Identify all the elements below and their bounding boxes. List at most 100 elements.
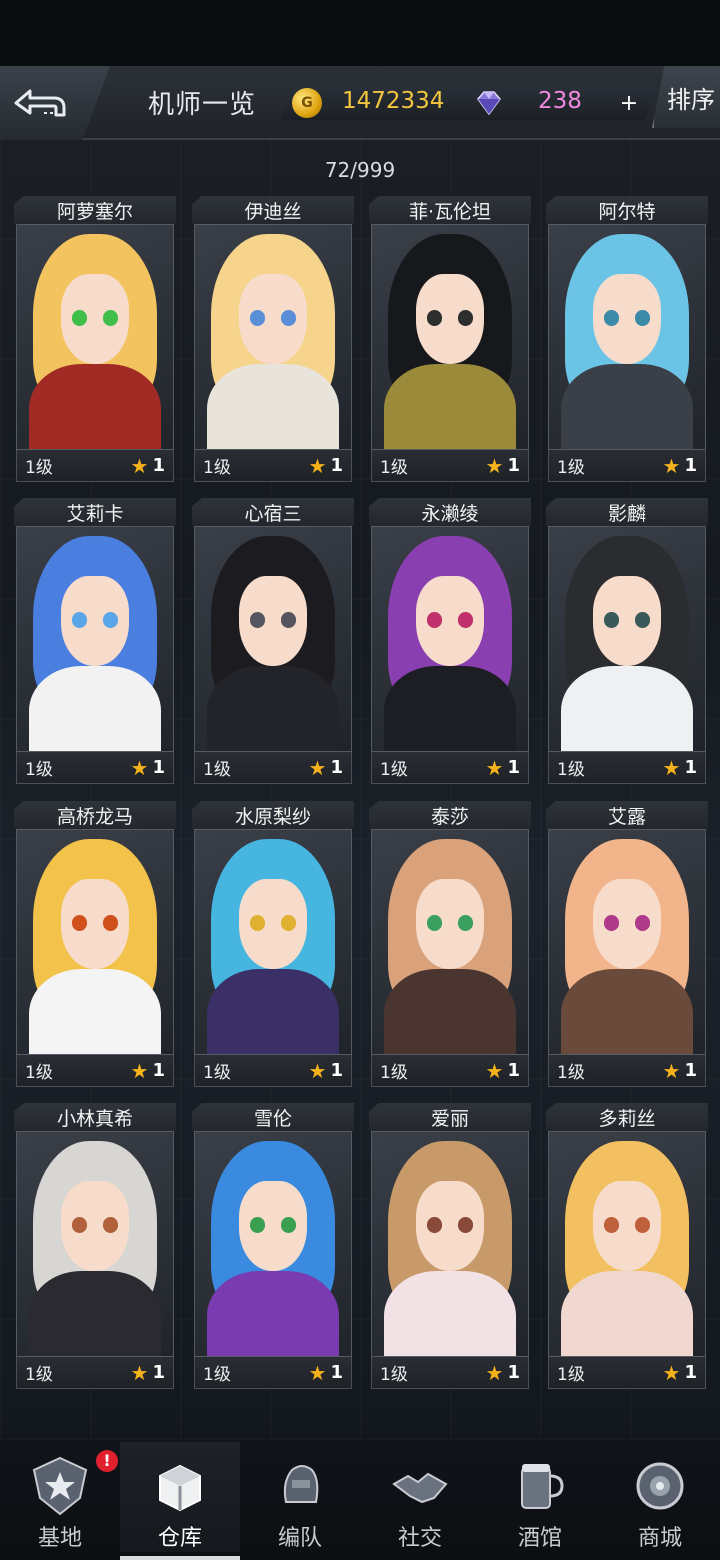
pilot-info-bar: 1级 ★ 1 bbox=[16, 450, 174, 482]
star-icon: ★ bbox=[662, 453, 681, 478]
star-count: 1 bbox=[330, 1362, 343, 1383]
pilot-stars: ★ 1 bbox=[663, 757, 697, 778]
pilot-portrait bbox=[371, 224, 529, 450]
pilot-card[interactable]: 雪伦 1级 ★ 1 bbox=[192, 1103, 354, 1393]
gem-count: 238 bbox=[538, 88, 582, 114]
nav-formation[interactable]: 编队 bbox=[240, 1442, 360, 1552]
pilot-level: 1级 bbox=[557, 1365, 585, 1385]
pilot-card[interactable]: 永濑绫 1级 ★ 1 bbox=[369, 498, 531, 788]
pilot-card[interactable]: 艾露 1级 ★ 1 bbox=[546, 801, 708, 1091]
pilot-name: 雪伦 bbox=[192, 1103, 354, 1131]
pilot-stars: ★ 1 bbox=[131, 1362, 165, 1383]
pilot-stars: ★ 1 bbox=[309, 455, 343, 476]
portrait-eye bbox=[280, 1217, 297, 1233]
pilot-portrait bbox=[548, 829, 706, 1055]
page-title: 机师一览 bbox=[148, 90, 257, 120]
nav-label: 编队 bbox=[277, 1526, 322, 1551]
pilot-card[interactable]: 伊迪丝 1级 ★ 1 bbox=[192, 196, 354, 486]
pilot-stars: ★ 1 bbox=[131, 455, 165, 476]
pilot-card[interactable]: 泰莎 1级 ★ 1 bbox=[369, 801, 531, 1091]
star-count: 1 bbox=[152, 1060, 165, 1081]
pilot-name: 影麟 bbox=[546, 498, 708, 526]
pilot-name: 伊迪丝 bbox=[192, 196, 354, 224]
pilot-card[interactable]: 阿萝塞尔 1级 ★ 1 bbox=[14, 196, 176, 486]
nav-label: 仓库 bbox=[157, 1526, 202, 1551]
star-count: 1 bbox=[684, 1060, 697, 1081]
portrait-eye bbox=[280, 915, 297, 931]
portrait-outfit bbox=[29, 665, 161, 751]
pilot-info-bar: 1级 ★ 1 bbox=[194, 752, 352, 784]
pilot-portrait bbox=[16, 526, 174, 752]
star-icon: ★ bbox=[130, 755, 149, 780]
portrait-eye bbox=[280, 310, 297, 326]
star-count: 1 bbox=[507, 455, 520, 476]
portrait-outfit bbox=[207, 665, 339, 751]
pilot-level: 1级 bbox=[380, 1063, 408, 1083]
warehouse-icon bbox=[146, 1452, 214, 1520]
pilot-card[interactable]: 阿尔特 1级 ★ 1 bbox=[546, 196, 708, 486]
portrait-eye bbox=[249, 310, 266, 326]
pilot-card[interactable]: 水原梨纱 1级 ★ 1 bbox=[192, 801, 354, 1091]
notification-badge: ! bbox=[96, 1450, 118, 1472]
star-count: 1 bbox=[152, 757, 165, 778]
pilot-portrait bbox=[16, 224, 174, 450]
portrait-eye bbox=[426, 612, 443, 628]
pilot-card[interactable]: 多莉丝 1级 ★ 1 bbox=[546, 1103, 708, 1393]
nav-shop[interactable]: 商城 bbox=[600, 1442, 720, 1552]
nav-social[interactable]: 社交 bbox=[360, 1442, 480, 1552]
portrait-eye bbox=[457, 310, 474, 326]
star-count: 1 bbox=[152, 455, 165, 476]
pilot-card[interactable]: 菲·瓦伦坦 1级 ★ 1 bbox=[369, 196, 531, 486]
portrait-eye bbox=[457, 915, 474, 931]
pilot-card[interactable]: 爱丽 1级 ★ 1 bbox=[369, 1103, 531, 1393]
portrait-eye bbox=[634, 310, 651, 326]
pilot-portrait bbox=[548, 224, 706, 450]
tavern-icon bbox=[506, 1452, 574, 1520]
pilot-card[interactable]: 心宿三 1级 ★ 1 bbox=[192, 498, 354, 788]
pilot-stars: ★ 1 bbox=[663, 455, 697, 476]
pilot-level: 1级 bbox=[557, 458, 585, 478]
pilot-portrait bbox=[16, 829, 174, 1055]
portrait-face bbox=[60, 1181, 130, 1271]
pilot-card[interactable]: 高桥龙马 1级 ★ 1 bbox=[14, 801, 176, 1091]
pilot-portrait bbox=[194, 1131, 352, 1357]
pilot-stars: ★ 1 bbox=[663, 1060, 697, 1081]
pilot-portrait bbox=[194, 224, 352, 450]
pilot-stars: ★ 1 bbox=[663, 1362, 697, 1383]
portrait-eye bbox=[426, 310, 443, 326]
pilot-level: 1级 bbox=[203, 458, 231, 478]
pilot-card[interactable]: 影麟 1级 ★ 1 bbox=[546, 498, 708, 788]
nav-warehouse[interactable]: 仓库 bbox=[120, 1442, 240, 1560]
portrait-face bbox=[238, 576, 308, 666]
nav-base[interactable]: 基地 ! bbox=[0, 1442, 120, 1552]
nav-tavern[interactable]: 酒馆 bbox=[480, 1442, 600, 1552]
star-icon: ★ bbox=[308, 755, 327, 780]
pilot-info-bar: 1级 ★ 1 bbox=[371, 1055, 529, 1087]
pilot-info-bar: 1级 ★ 1 bbox=[194, 1357, 352, 1389]
pilot-info-bar: 1级 ★ 1 bbox=[371, 1357, 529, 1389]
portrait-outfit bbox=[561, 968, 693, 1054]
star-icon: ★ bbox=[130, 1058, 149, 1083]
add-gems-button[interactable]: + bbox=[618, 92, 640, 116]
base-icon bbox=[26, 1452, 94, 1520]
portrait-outfit bbox=[384, 1270, 516, 1356]
portrait-eye bbox=[71, 1217, 88, 1233]
pilot-name: 阿尔特 bbox=[546, 196, 708, 224]
pilot-count: 72/999 bbox=[324, 158, 396, 182]
back-button[interactable] bbox=[0, 66, 110, 140]
portrait-eye bbox=[71, 310, 88, 326]
portrait-eye bbox=[426, 915, 443, 931]
formation-icon bbox=[266, 1452, 334, 1520]
star-icon: ★ bbox=[662, 1360, 681, 1385]
pilot-portrait bbox=[194, 829, 352, 1055]
pilot-portrait bbox=[371, 1131, 529, 1357]
pilot-card[interactable]: 小林真希 1级 ★ 1 bbox=[14, 1103, 176, 1393]
portrait-outfit bbox=[561, 665, 693, 751]
pilot-name: 艾莉卡 bbox=[14, 498, 176, 526]
pilot-info-bar: 1级 ★ 1 bbox=[548, 752, 706, 784]
star-count: 1 bbox=[684, 1362, 697, 1383]
portrait-outfit bbox=[384, 968, 516, 1054]
portrait-eye bbox=[426, 1217, 443, 1233]
portrait-face bbox=[415, 576, 485, 666]
pilot-card[interactable]: 艾莉卡 1级 ★ 1 bbox=[14, 498, 176, 788]
